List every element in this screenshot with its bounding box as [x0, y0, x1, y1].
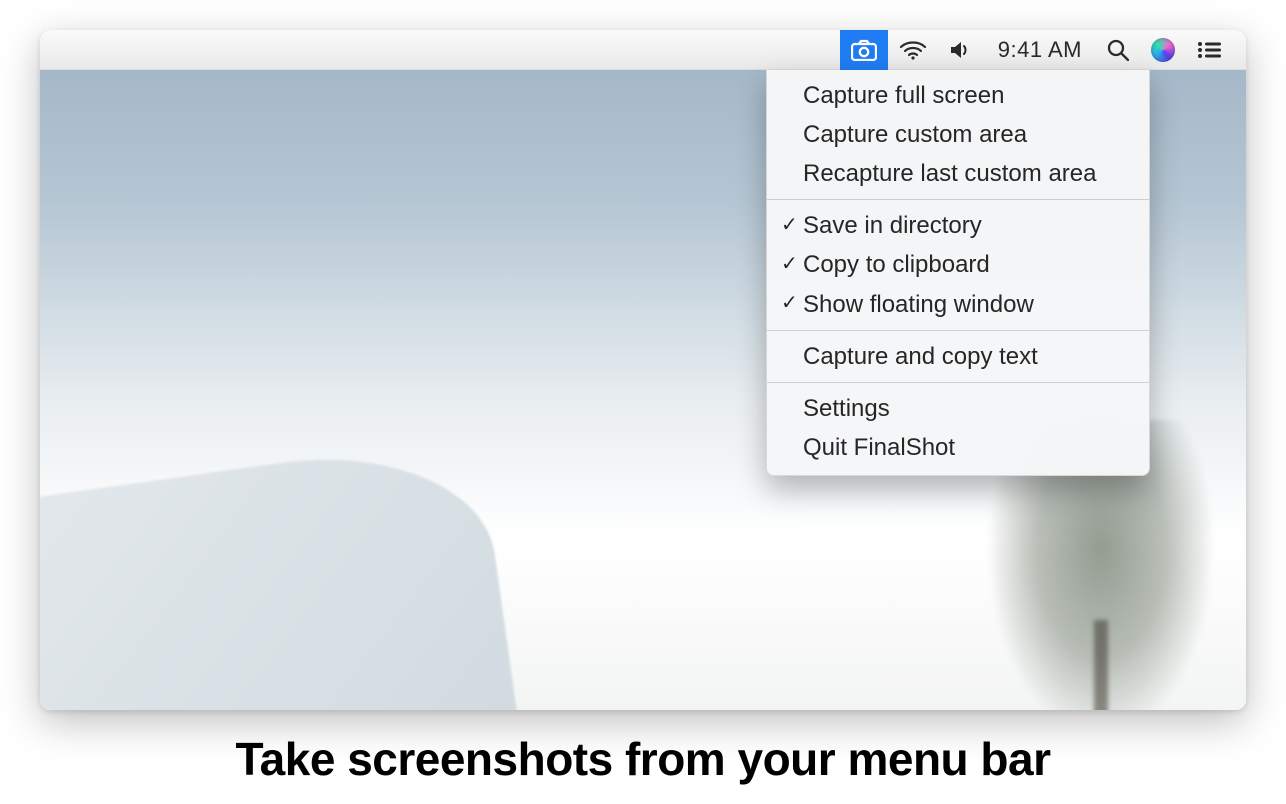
menu-item-label: Quit FinalShot	[803, 431, 955, 464]
clock-text: 9:41 AM	[998, 37, 1082, 63]
menu-item-save-in-directory[interactable]: ✓ Save in directory	[767, 206, 1149, 245]
menu-item-copy-to-clipboard[interactable]: ✓ Copy to clipboard	[767, 245, 1149, 284]
menu-item-label: Show floating window	[803, 288, 1034, 321]
menu-item-label: Capture and copy text	[803, 340, 1038, 373]
caption-text: Take screenshots from your menu bar	[235, 733, 1050, 785]
menu-item-label: Recapture last custom area	[803, 157, 1096, 190]
search-icon	[1107, 39, 1129, 61]
menu-item-label: Copy to clipboard	[803, 248, 990, 281]
check-icon: ✓	[781, 212, 803, 240]
wifi-menubar-item[interactable]	[888, 30, 938, 70]
siri-icon	[1151, 38, 1175, 62]
app-dropdown-menu: Capture full screen Capture custom area …	[766, 70, 1150, 476]
menu-separator	[767, 199, 1149, 200]
menu-item-show-floating-window[interactable]: ✓ Show floating window	[767, 285, 1149, 324]
menu-item-recapture-last-custom-area[interactable]: Recapture last custom area	[767, 154, 1149, 193]
menu-item-label: Settings	[803, 392, 890, 425]
menu-separator	[767, 382, 1149, 383]
siri-menubar-item[interactable]	[1140, 30, 1186, 70]
menu-item-label: Save in directory	[803, 209, 982, 242]
check-icon: ✓	[781, 290, 803, 318]
menu-separator	[767, 330, 1149, 331]
menu-item-settings[interactable]: Settings	[767, 389, 1149, 428]
menu-bar-right: 9:41 AM	[840, 30, 1232, 70]
menu-bar-clock[interactable]: 9:41 AM	[984, 30, 1096, 70]
notification-center-menubar-item[interactable]	[1186, 30, 1232, 70]
camera-icon	[851, 39, 877, 61]
spotlight-menubar-item[interactable]	[1096, 30, 1140, 70]
volume-menubar-item[interactable]	[938, 30, 984, 70]
wifi-icon	[899, 40, 927, 60]
marketing-caption: Take screenshots from your menu bar	[0, 732, 1286, 786]
menu-item-capture-and-copy-text[interactable]: Capture and copy text	[767, 337, 1149, 376]
wallpaper-mountain	[40, 435, 517, 710]
menu-item-capture-full-screen[interactable]: Capture full screen	[767, 76, 1149, 115]
menu-item-capture-custom-area[interactable]: Capture custom area	[767, 115, 1149, 154]
menu-item-label: Capture custom area	[803, 118, 1027, 151]
check-icon: ✓	[781, 251, 803, 279]
menu-bar: 9:41 AM	[40, 30, 1246, 70]
volume-icon	[949, 40, 973, 60]
desktop-screenshot: 9:41 AM	[40, 30, 1246, 710]
menu-item-label: Capture full screen	[803, 79, 1004, 112]
menu-item-quit[interactable]: Quit FinalShot	[767, 428, 1149, 467]
list-icon	[1197, 41, 1221, 59]
app-menubar-item[interactable]	[840, 30, 888, 70]
